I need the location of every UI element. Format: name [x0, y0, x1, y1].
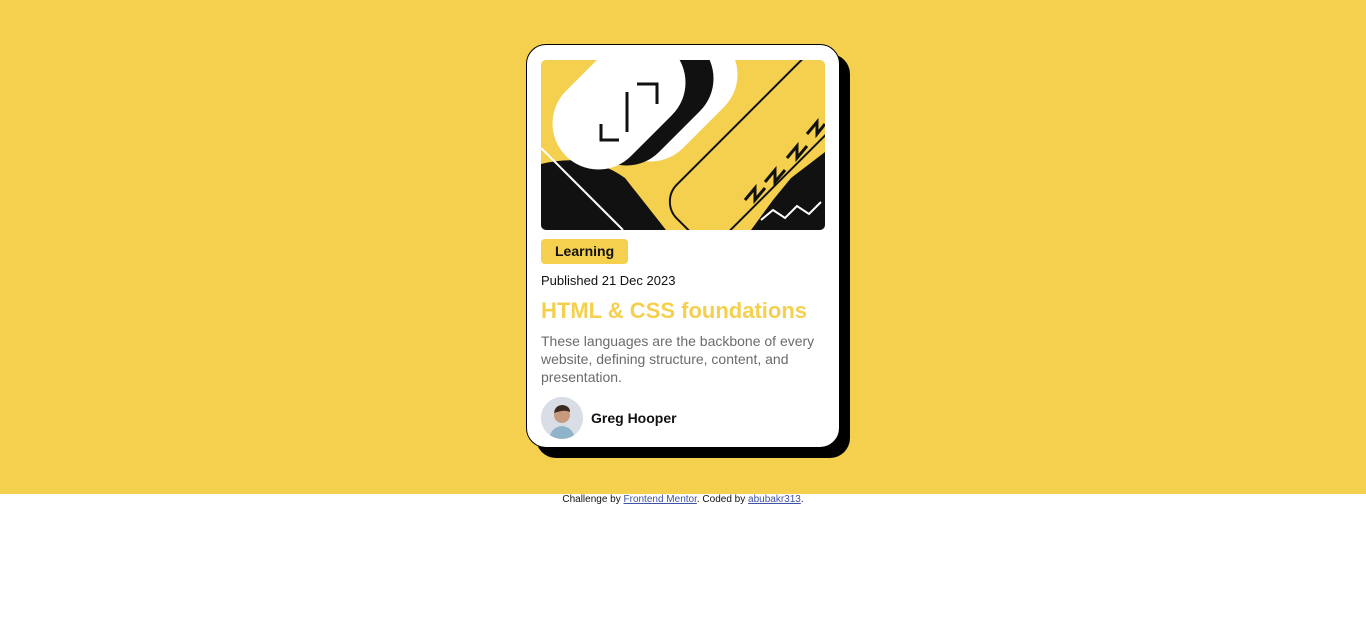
- attribution-middle: . Coded by: [696, 494, 749, 505]
- attribution: Challenge by Frontend Mentor. Coded by a…: [0, 493, 1366, 507]
- author: Greg Hooper: [541, 397, 677, 439]
- frontend-mentor-link[interactable]: Frontend Mentor: [624, 494, 697, 505]
- hero-illustration: [541, 60, 825, 230]
- card-title[interactable]: HTML & CSS foundations: [541, 297, 807, 325]
- author-profile-link[interactable]: abubakr313: [748, 494, 801, 505]
- attribution-prefix: Challenge by: [562, 494, 624, 505]
- blog-preview-card: Learning Published 21 Dec 2023 HTML & CS…: [526, 44, 840, 448]
- person-avatar-icon: [541, 397, 583, 439]
- published-date: Published 21 Dec 2023: [541, 273, 676, 288]
- card-description: These languages are the backbone of ever…: [541, 333, 815, 385]
- category-tag: Learning: [541, 239, 629, 264]
- author-name: Greg Hooper: [591, 410, 677, 426]
- attribution-suffix: .: [800, 494, 804, 505]
